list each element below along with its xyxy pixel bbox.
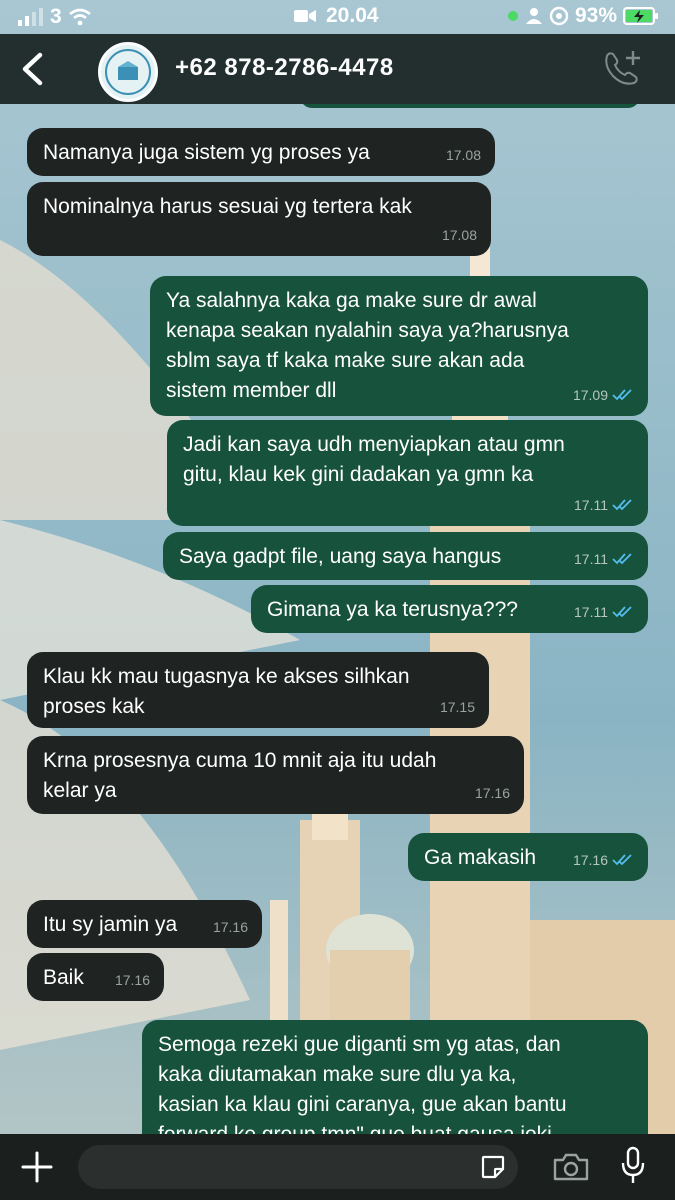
message-bubble-partial	[300, 104, 640, 108]
person-icon	[525, 8, 542, 24]
message-list[interactable]: Namanya juga sistem yg proses ya 17.08 N…	[0, 104, 675, 1134]
back-arrow-icon[interactable]	[18, 52, 48, 86]
message-input[interactable]	[78, 1145, 518, 1189]
message-bubble[interactable]: Itu sy jamin ya 17.16	[27, 900, 262, 948]
message-text: Namanya juga sistem yg proses ya	[43, 141, 370, 164]
message-bubble[interactable]: Ga makasih 17.16	[408, 833, 648, 881]
contact-avatar[interactable]	[98, 42, 158, 102]
message-text: Itu sy jamin ya	[43, 913, 178, 936]
message-time: 17.16	[474, 785, 510, 801]
battery-percent: 93%	[574, 4, 617, 27]
carrier-indicator: 3	[18, 5, 92, 29]
message-bubble[interactable]: Baik 17.16	[27, 953, 164, 1001]
read-receipt-icon	[612, 499, 632, 511]
data-saver-icon	[549, 6, 569, 26]
composer-bar	[0, 1134, 675, 1200]
status-time: 20.04	[326, 4, 379, 27]
message-bubble[interactable]: Ya salahnya kaka ga make sure dr awal ke…	[150, 276, 648, 416]
status-right-group: 93%	[507, 4, 659, 28]
chat-header: +62 878-2786-4478	[0, 34, 675, 104]
read-receipt-icon	[612, 553, 632, 565]
read-receipt-icon	[612, 606, 632, 618]
signal-icon	[18, 8, 43, 26]
message-text: Ya salahnya kaka ga make sure dr awal ke…	[166, 289, 569, 402]
active-dot-icon	[507, 11, 518, 21]
message-time: 17.11	[574, 597, 634, 627]
carrier-name: 3	[50, 5, 62, 28]
message-bubble[interactable]: Namanya juga sistem yg proses ya 17.08	[27, 128, 495, 176]
message-bubble[interactable]: Jadi kan saya udh menyiapkan atau gmn gi…	[167, 420, 648, 526]
message-bubble[interactable]: Krna prosesnya cuma 10 mnit aja itu udah…	[27, 736, 524, 814]
status-bar: 3 20.04 93%	[0, 0, 675, 34]
message-bubble[interactable]: Saya gadpt file, uang saya hangus 17.11	[163, 532, 648, 580]
profile-logo-icon	[105, 49, 151, 95]
camera-icon[interactable]	[552, 1152, 590, 1182]
message-text: Jadi kan saya udh menyiapkan atau gmn gi…	[183, 433, 565, 486]
message-text: Klau kk mau tugasnya ke akses silhkan pr…	[43, 665, 410, 718]
message-text: Nominalnya harus sesuai yg tertera kak	[43, 195, 412, 218]
message-bubble[interactable]: Nominalnya harus sesuai yg tertera kak 1…	[27, 182, 491, 256]
sticker-icon[interactable]	[480, 1154, 506, 1180]
status-time-group: 20.04	[294, 4, 379, 28]
battery-charging-icon	[623, 7, 658, 25]
message-text: Ga makasih	[424, 846, 537, 869]
message-time: 17.16	[573, 845, 634, 875]
add-call-icon[interactable]	[601, 48, 645, 88]
wifi-icon	[68, 8, 91, 26]
message-time: 17.11	[574, 490, 634, 520]
message-time: 17.08	[441, 227, 477, 243]
message-bubble[interactable]: Klau kk mau tugasnya ke akses silhkan pr…	[27, 652, 489, 728]
attach-plus-icon[interactable]	[20, 1150, 54, 1184]
message-bubble[interactable]: Semoga rezeki gue diganti sm yg atas, da…	[142, 1020, 648, 1134]
message-time: 17.11	[574, 544, 634, 574]
message-text: Krna prosesnya cuma 10 mnit aja itu udah…	[43, 749, 437, 802]
read-receipt-icon	[612, 854, 632, 866]
message-text: Baik	[43, 966, 84, 989]
message-text: Semoga rezeki gue diganti sm yg atas, da…	[158, 1033, 567, 1134]
contact-name[interactable]: +62 878-2786-4478	[175, 54, 394, 82]
read-receipt-icon	[612, 389, 632, 401]
message-time: 17.16	[114, 972, 150, 988]
message-text: Saya gadpt file, uang saya hangus	[179, 545, 502, 568]
microphone-icon[interactable]	[620, 1146, 646, 1186]
message-text: Gimana ya ka terusnya???	[267, 598, 518, 621]
message-time: 17.08	[445, 147, 481, 163]
message-time: 17.09	[573, 380, 634, 410]
message-time: 17.15	[439, 699, 475, 715]
message-bubble[interactable]: Gimana ya ka terusnya??? 17.11	[251, 585, 648, 633]
video-recording-icon	[294, 10, 316, 22]
message-time: 17.16	[212, 919, 248, 935]
